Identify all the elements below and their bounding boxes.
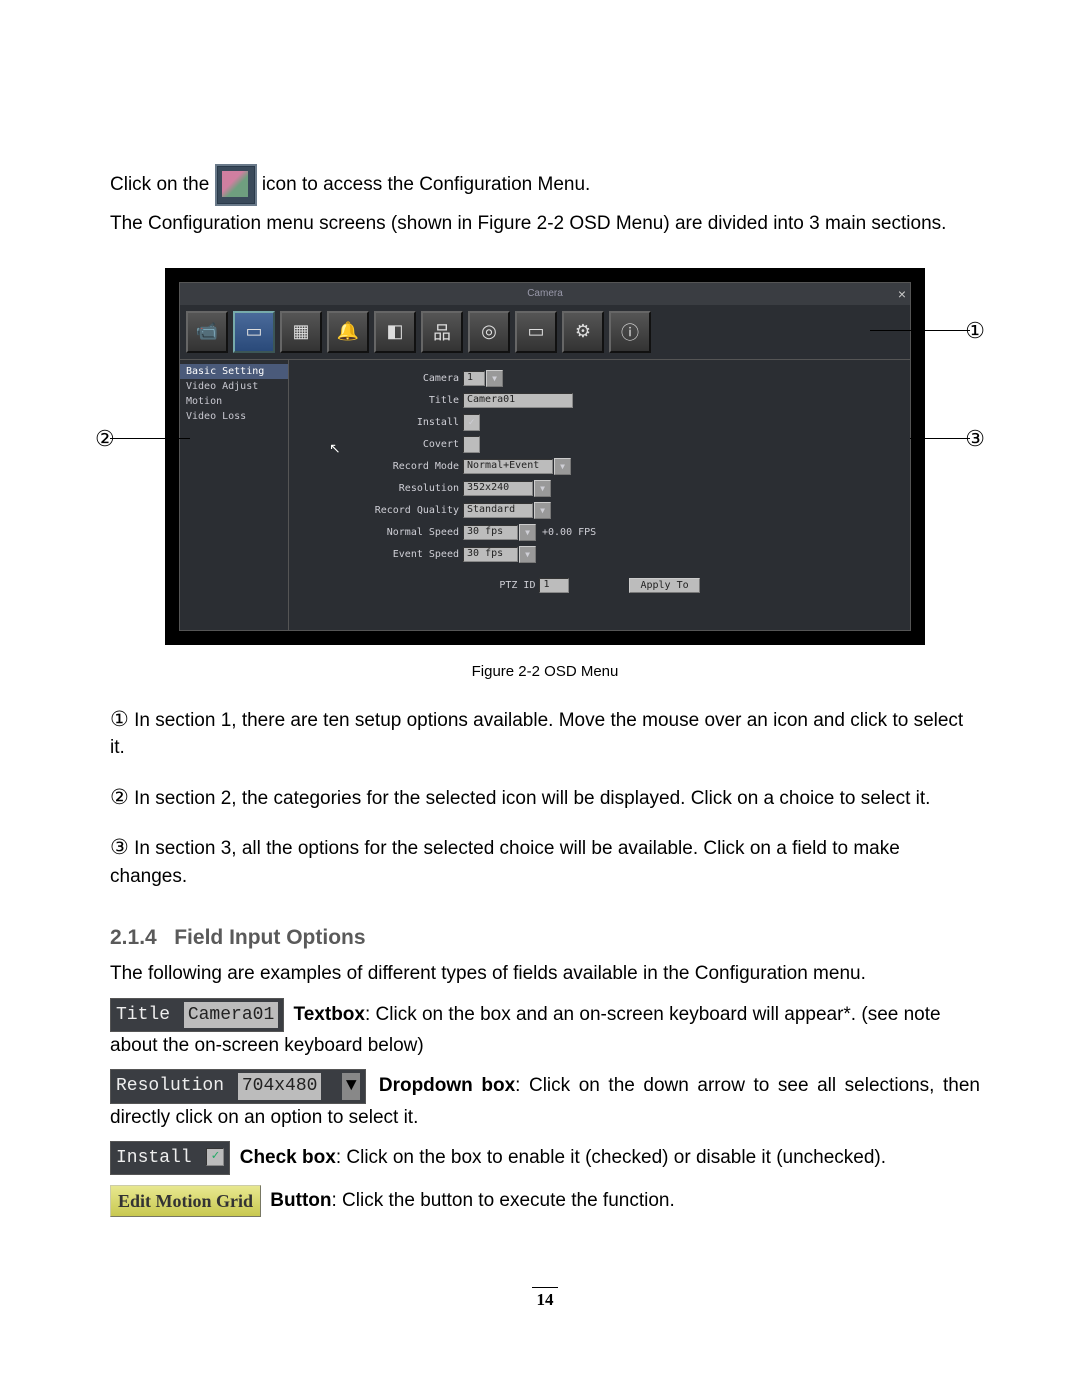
checkbox-chip: Install ✓: [110, 1141, 230, 1175]
sidebar-item-videoloss[interactable]: Video Loss: [180, 409, 288, 424]
espeed-label: Event Speed: [309, 549, 463, 560]
quality-select[interactable]: Standard: [463, 503, 533, 518]
example-button: Edit Motion Grid Button: Click the butto…: [110, 1185, 980, 1217]
settings-panel: ↖ Camera 1 ▼ Title Camera01: [289, 360, 910, 630]
note-2: ② In section 2, the categories for the s…: [110, 782, 980, 813]
textbox-chip: Title Camera01: [110, 998, 284, 1032]
resolution-select[interactable]: 352x240: [463, 481, 533, 496]
check-icon: ✓: [206, 1148, 224, 1166]
event-speed-select[interactable]: 30 fps: [463, 547, 518, 562]
tb-gear-icon[interactable]: ⚙: [562, 311, 604, 353]
tb-camera-icon[interactable]: 📹: [186, 311, 228, 353]
callout-3: ③: [965, 426, 985, 452]
section-heading: 2.1.4 Field Input Options: [110, 926, 980, 950]
chevron-down-icon[interactable]: ▼: [519, 524, 536, 541]
figure-caption: Figure 2-2 OSD Menu: [110, 663, 980, 680]
section-intro: The following are examples of different …: [110, 960, 980, 988]
res-label: Resolution: [309, 483, 463, 494]
title-textbox[interactable]: Camera01: [463, 393, 573, 408]
button-chip: Edit Motion Grid: [110, 1185, 261, 1217]
chevron-down-icon[interactable]: ▼: [534, 502, 551, 519]
window-titlebar: Camera ×: [180, 283, 910, 305]
normal-speed-select[interactable]: 30 fps: [463, 525, 518, 540]
example-checkbox: Install ✓ Check box: Click on the box to…: [110, 1141, 980, 1175]
tb-grid-icon[interactable]: ▦: [280, 311, 322, 353]
tb-network-icon[interactable]: 品: [421, 311, 463, 353]
chevron-down-icon: ▼: [342, 1073, 360, 1099]
recmode-select[interactable]: Normal+Event: [463, 459, 553, 474]
recmode-label: Record Mode: [309, 461, 463, 472]
toolbar: 📹 ▭ ▦ 🔔 ◧ 品 ◎ ▭ ⚙ ⓘ: [180, 305, 910, 360]
intro-line-1: Click on the icon to access the Configur…: [110, 164, 980, 206]
callout-2: ②: [95, 426, 115, 452]
chevron-down-icon[interactable]: ▼: [534, 480, 551, 497]
tb-info-icon[interactable]: ⓘ: [609, 311, 651, 353]
sidebar-item-basic[interactable]: Basic Setting: [180, 364, 288, 379]
covert-checkbox[interactable]: [463, 436, 480, 453]
close-icon[interactable]: ×: [894, 286, 910, 302]
apply-to-button[interactable]: Apply To: [629, 578, 699, 593]
page-number: 14: [110, 1287, 980, 1310]
config-menu-icon: [215, 164, 257, 206]
figure-osd-menu: ① ② ③ Camera × 📹 ▭ ▦ 🔔 ◧ 品 ◎ ▭: [165, 268, 925, 645]
note-3: ③ In section 3, all the options for the …: [110, 832, 980, 890]
window-title: Camera: [527, 288, 563, 299]
cursor-icon: ↖: [329, 440, 341, 457]
note-1: ① In section 1, there are ten setup opti…: [110, 704, 980, 762]
ptz-label: PTZ ID: [499, 580, 535, 591]
camera-label: Camera: [309, 373, 463, 384]
sidebar-item-motion[interactable]: Motion: [180, 394, 288, 409]
tb-dim-icon[interactable]: ◧: [374, 311, 416, 353]
example-dropdown: Resolution 704x480 ▼ Dropdown box: Click…: [110, 1069, 980, 1131]
chevron-down-icon[interactable]: ▼: [486, 370, 503, 387]
callout-1: ①: [965, 318, 985, 344]
install-label: Install: [309, 417, 463, 428]
dropdown-chip: Resolution 704x480 ▼: [110, 1069, 366, 1103]
sidebar-item-videoadjust[interactable]: Video Adjust: [180, 379, 288, 394]
install-checkbox[interactable]: ✓: [463, 414, 480, 431]
example-textbox: Title Camera01 Textbox: Click on the box…: [110, 998, 980, 1060]
chevron-down-icon[interactable]: ▼: [519, 546, 536, 563]
tb-display-icon[interactable]: ▭: [515, 311, 557, 353]
tb-disk-icon[interactable]: ◎: [468, 311, 510, 353]
camera-select[interactable]: 1: [463, 371, 485, 386]
sidebar: Basic Setting Video Adjust Motion Video …: [180, 360, 289, 630]
tb-monitor-icon[interactable]: ▭: [233, 311, 275, 353]
chevron-down-icon[interactable]: ▼: [554, 458, 571, 475]
intro-line-2: The Configuration menu screens (shown in…: [110, 210, 980, 238]
tb-alarm-icon[interactable]: 🔔: [327, 311, 369, 353]
quality-label: Record Quality: [309, 505, 463, 516]
title-label: Title: [309, 395, 463, 406]
nspeed-suffix: +0.00 FPS: [542, 527, 596, 538]
ptz-input[interactable]: 1: [539, 578, 569, 593]
nspeed-label: Normal Speed: [309, 527, 463, 538]
